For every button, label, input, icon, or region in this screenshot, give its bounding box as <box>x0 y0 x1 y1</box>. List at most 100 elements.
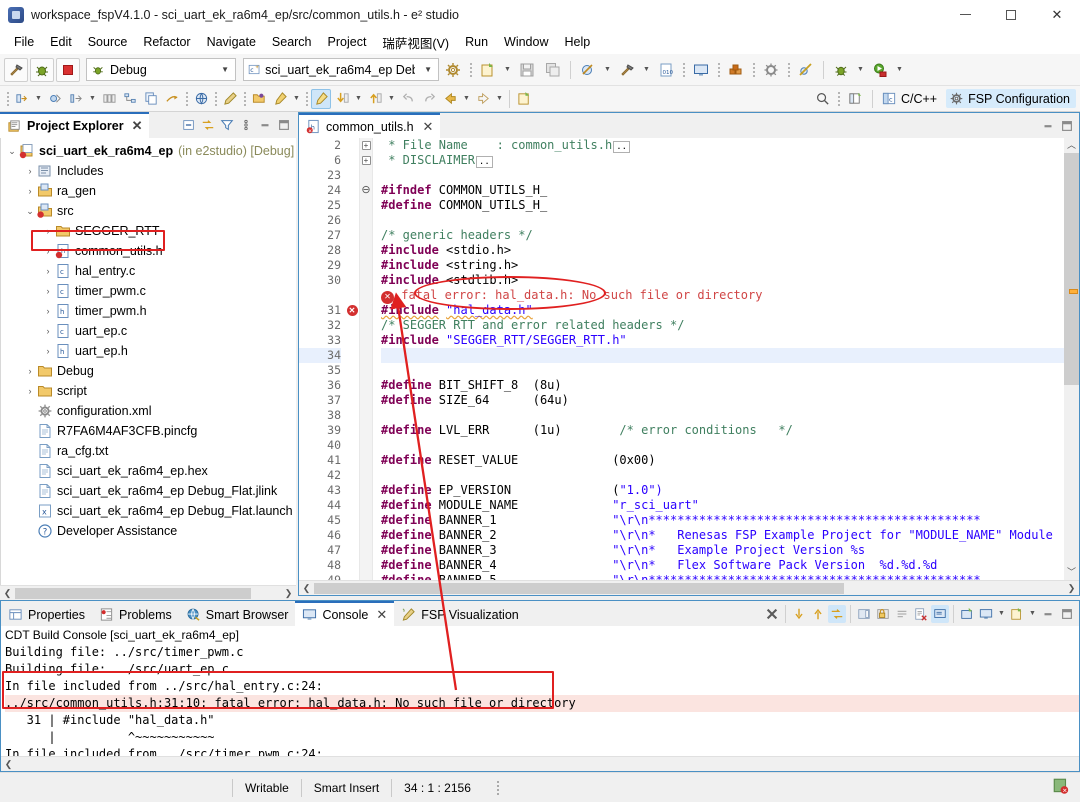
chevron-right-icon[interactable]: › <box>41 326 55 336</box>
editor-maximize-button[interactable] <box>1058 117 1076 135</box>
menu-edit[interactable]: Edit <box>42 33 80 51</box>
annotation-gutter[interactable]: ✕ <box>345 138 359 580</box>
toolbar2-drag-handle-2[interactable] <box>184 90 189 108</box>
display-console-dropdown[interactable]: ▼ <box>996 604 1007 624</box>
fold-expand-icon[interactable]: + <box>360 138 372 153</box>
launch-mode-combo[interactable]: Debug ▼ <box>86 58 236 81</box>
debug-last-button[interactable] <box>576 58 600 82</box>
hscroll-thumb[interactable] <box>314 582 844 594</box>
build-last-button[interactable] <box>615 58 639 82</box>
open-resource-button[interactable] <box>249 89 269 109</box>
resume-button[interactable] <box>66 89 86 109</box>
tree-item-includes[interactable]: › Includes <box>1 161 296 181</box>
run-button[interactable] <box>868 58 892 82</box>
toolbar-drag-handle-4[interactable] <box>751 61 756 79</box>
pen-button[interactable] <box>220 89 240 109</box>
chevron-right-icon[interactable]: › <box>41 266 55 276</box>
scroll-right-icon[interactable]: ❯ <box>1064 583 1079 594</box>
menu-source[interactable]: Source <box>80 33 136 51</box>
code-line[interactable]: #define SIZE_64 (64u) <box>381 393 1064 408</box>
code-line[interactable]: #define RESET_VALUE (0x00) <box>381 453 1064 468</box>
chevron-down-icon[interactable]: ⌄ <box>23 206 37 217</box>
toggle-breakpoint-button[interactable] <box>45 89 65 109</box>
code-line[interactable] <box>381 348 1064 363</box>
save-console-button[interactable] <box>855 605 873 623</box>
tree-item-debug[interactable]: › Debug <box>1 361 296 381</box>
menu-file[interactable]: File <box>6 33 42 51</box>
launch-config-combo[interactable]: c ✳ sci_uart_ek_ra6m4_ep Debug_Fl ▼ <box>243 58 439 81</box>
debug-button[interactable] <box>30 57 54 82</box>
folding-gutter[interactable]: + + ⊖ <box>359 138 373 580</box>
editor-vscroll[interactable]: ︿ ﹀ <box>1064 138 1079 580</box>
view-maximize-button[interactable] <box>275 116 293 134</box>
tab-problems[interactable]: Problems <box>92 601 179 626</box>
clear-console-button[interactable] <box>763 605 781 623</box>
chevron-down-icon[interactable]: ⌄ <box>5 146 19 157</box>
search-global-button[interactable] <box>191 89 211 109</box>
menu-navigate[interactable]: Navigate <box>199 33 264 51</box>
code-line[interactable]: #define LVL_ERR (1u) /* error conditions… <box>381 423 1064 438</box>
console-minimize-button[interactable] <box>1039 605 1057 623</box>
tree-item-developer-assistance[interactable]: ? Developer Assistance <box>1 521 296 541</box>
module-button[interactable] <box>724 58 748 82</box>
code-line[interactable]: #define BIT_SHIFT_8 (8u) <box>381 378 1064 393</box>
forward-dropdown[interactable]: ▼ <box>494 89 505 109</box>
code-line[interactable]: * File Name : common_utils.h.. <box>381 138 1064 153</box>
code-line[interactable]: #define BANNER_5 "\r\n******************… <box>381 573 1064 580</box>
chevron-right-icon[interactable]: › <box>41 246 55 256</box>
tab-fsp-visualization[interactable]: FSP Visualization <box>394 601 526 626</box>
save-button[interactable] <box>515 58 539 82</box>
code-line[interactable]: #include <string.h> <box>381 258 1064 273</box>
tree-item-uart-ep-c[interactable]: › c uart_ep.c <box>1 321 296 341</box>
marker-active-button[interactable] <box>311 88 331 109</box>
toolbar-drag-handle-2[interactable] <box>681 61 686 79</box>
chevron-right-icon[interactable]: › <box>23 186 37 196</box>
preferences-button[interactable] <box>759 58 783 82</box>
hscroll-track[interactable] <box>15 587 281 599</box>
perspective-cpp[interactable]: c C/C++ <box>879 89 943 108</box>
search-button[interactable] <box>813 89 833 109</box>
project-tree-hscroll[interactable]: ❮ ❯ <box>0 585 296 600</box>
scroll-up-button[interactable] <box>809 605 827 623</box>
run-debug-button[interactable] <box>829 58 853 82</box>
new-console-view-button[interactable] <box>958 605 976 623</box>
menu-search[interactable]: Search <box>264 33 320 51</box>
toolbar2-drag-handle-3[interactable] <box>213 90 218 108</box>
fold-collapse-icon[interactable]: ⊖ <box>360 183 372 198</box>
close-icon[interactable]: ✕ <box>376 607 387 623</box>
code-line[interactable]: #define BANNER_4 "\r\n* Flex Software Pa… <box>381 558 1064 573</box>
menu-help[interactable]: Help <box>557 33 599 51</box>
toolbar2-drag-handle-5[interactable] <box>304 90 309 108</box>
pin-console-button[interactable] <box>874 605 892 623</box>
code-line[interactable]: /* generic headers */ <box>381 228 1064 243</box>
open-console-button[interactable] <box>1008 605 1026 623</box>
import-button[interactable] <box>162 89 182 109</box>
step-over-button[interactable] <box>12 89 32 109</box>
tree-item-common-utils-h[interactable]: › h common_utils.h <box>1 241 296 261</box>
close-icon[interactable]: ✕ <box>423 119 434 135</box>
step-dropdown[interactable]: ▼ <box>33 89 44 109</box>
status-error-indicator[interactable]: ✕ <box>1052 777 1070 798</box>
perspective-drag-handle[interactable] <box>837 90 842 108</box>
code-line[interactable]: #define EP_VERSION ("1.0") <box>381 483 1064 498</box>
show-console-button[interactable] <box>931 604 949 623</box>
display-console-button[interactable] <box>977 605 995 623</box>
chevron-right-icon[interactable]: › <box>23 166 37 176</box>
tree-item-ra-cfg-txt[interactable]: ra_cfg.txt <box>1 441 296 461</box>
code-line[interactable]: #define MODULE_NAME "r_sci_uart" <box>381 498 1064 513</box>
code-line[interactable] <box>381 168 1064 183</box>
tree-item-ra-gen[interactable]: › ra_gen <box>1 181 296 201</box>
menu-run[interactable]: Run <box>457 33 496 51</box>
chevron-right-icon[interactable]: › <box>41 346 55 356</box>
back-dropdown[interactable]: ▼ <box>461 89 472 109</box>
toolbar-drag-handle[interactable] <box>468 61 473 79</box>
chevron-right-icon[interactable]: › <box>41 306 55 316</box>
tree-item-sci-uart-ek-ra6m4-ep[interactable]: ⌄ sci_uart_ek_ra6m4_ep (in e2studio) [Debu… <box>1 141 296 161</box>
new-button[interactable] <box>476 58 500 82</box>
link-with-editor-button[interactable] <box>199 116 217 134</box>
maximize-button[interactable] <box>988 0 1034 30</box>
close-icon[interactable]: ✕ <box>132 118 143 134</box>
tree-item-sci-uart-ek-ra6m4-ep-debug-flat-jlink[interactable]: sci_uart_ek_ra6m4_ep Debug_Flat.jlink <box>1 481 296 501</box>
minimize-button[interactable] <box>942 0 988 30</box>
status-drag-handle[interactable] <box>496 780 499 795</box>
